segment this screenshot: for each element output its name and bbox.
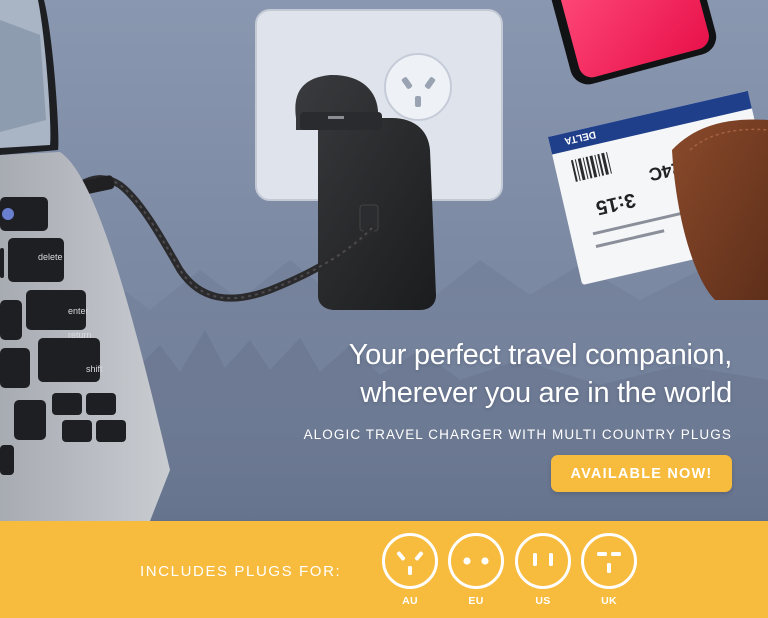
hero-banner: delete enter return shift DELTA 3:15 24C xyxy=(0,0,768,521)
plug-label-au: AU xyxy=(402,595,418,607)
available-now-button[interactable]: AVAILABLE NOW! xyxy=(551,455,732,492)
plug-eu: EU xyxy=(447,532,505,618)
plug-label-eu: EU xyxy=(468,595,484,607)
product-subheading: ALOGIC TRAVEL CHARGER WITH MULTI COUNTRY… xyxy=(303,427,732,442)
plug-uk: UK xyxy=(580,532,638,618)
includes-plugs-label: INCLUDES PLUGS FOR: xyxy=(140,563,342,580)
eu-plug-icon xyxy=(448,533,504,589)
uk-plug-icon xyxy=(581,533,637,589)
au-plug-icon xyxy=(382,533,438,589)
shift-key-label: shift xyxy=(86,364,103,374)
headline: Your perfect travel companion, wherever … xyxy=(262,336,733,412)
us-plug-icon xyxy=(515,533,571,589)
return-key-label: return xyxy=(68,330,92,340)
headline-line-2: wherever you are in the world xyxy=(360,377,732,409)
headline-line-1: Your perfect travel companion, xyxy=(348,339,733,371)
plug-label-us: US xyxy=(535,595,551,607)
delete-key-label: delete xyxy=(38,252,63,262)
enter-key-label: enter xyxy=(68,306,89,316)
plug-au: AU xyxy=(381,532,439,618)
plug-us: US xyxy=(514,532,572,618)
plug-label-uk: UK xyxy=(601,595,617,607)
plugs-footer: INCLUDES PLUGS FOR: AU EU US UK xyxy=(0,521,768,618)
product-scene: delete enter return shift DELTA 3:15 24C xyxy=(0,0,768,521)
